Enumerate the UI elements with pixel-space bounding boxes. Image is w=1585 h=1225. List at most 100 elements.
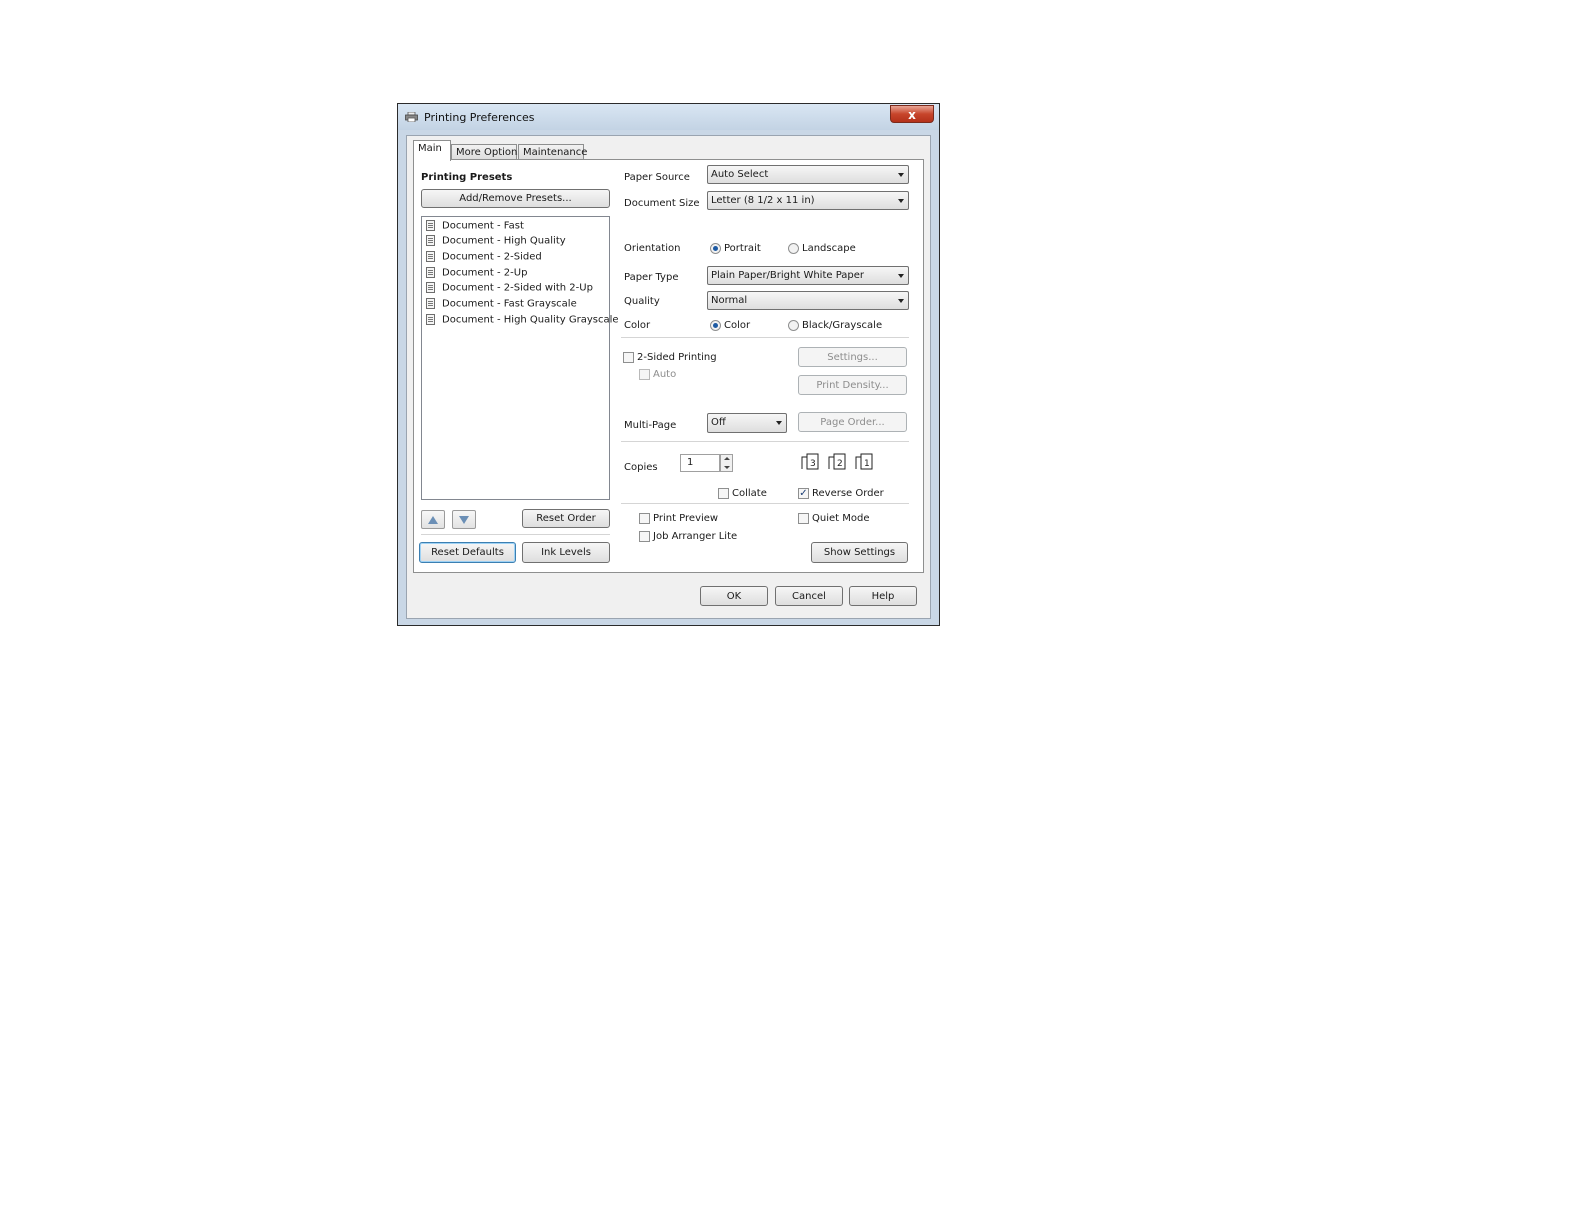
page-stack-icon: 3 (801, 453, 819, 470)
color-radio[interactable] (710, 320, 721, 331)
add-remove-presets-button[interactable]: Add/Remove Presets... (421, 189, 610, 208)
document-icon (426, 220, 435, 231)
portrait-radio[interactable] (710, 243, 721, 254)
separator (421, 534, 610, 535)
print-preview-label: Print Preview (653, 513, 719, 524)
tab-maintenance[interactable]: Maintenance (518, 144, 587, 160)
collate-label: Collate (732, 488, 767, 499)
list-item[interactable]: Document - Fast (426, 220, 524, 235)
page-stack-icon: 2 (828, 453, 846, 470)
list-item[interactable]: Document - 2-Sided with 2-Up (426, 282, 593, 297)
multi-page-value: Off (711, 417, 726, 428)
auto-checkbox[interactable] (639, 369, 650, 380)
landscape-radio[interactable] (788, 243, 799, 254)
document-icon (426, 267, 435, 278)
tab-more-options[interactable]: More Options (451, 144, 523, 160)
landscape-label: Landscape (802, 243, 856, 254)
quality-label: Quality (624, 296, 660, 307)
paper-source-select[interactable]: Auto Select (707, 165, 909, 184)
help-button[interactable]: Help (849, 586, 917, 606)
page-stack-icon: 1 (855, 453, 873, 470)
print-preview-checkbox[interactable] (639, 513, 650, 524)
preset-label: Document - Fast Grayscale (442, 298, 577, 310)
chevron-down-icon (898, 298, 904, 303)
chevron-down-icon (776, 421, 782, 425)
auto-label: Auto (653, 369, 677, 380)
print-density-button[interactable]: Print Density... (798, 375, 907, 395)
list-item[interactable]: Document - High Quality (426, 235, 566, 250)
title-bar[interactable]: Printing Preferences x (398, 104, 939, 130)
separator (621, 441, 909, 442)
multi-page-label: Multi-Page (624, 420, 677, 431)
page-order-button[interactable]: Page Order... (798, 412, 907, 432)
copies-input[interactable]: 1 (680, 454, 720, 472)
paper-source-label: Paper Source (624, 172, 690, 183)
ink-levels-button[interactable]: Ink Levels (522, 542, 610, 563)
document-icon (426, 235, 435, 246)
window-title: Printing Preferences (424, 111, 535, 124)
reset-defaults-button[interactable]: Reset Defaults (419, 542, 516, 563)
preset-label: Document - High Quality (442, 235, 566, 247)
printer-icon (405, 112, 418, 122)
document-icon (426, 282, 435, 293)
job-arranger-lite-checkbox[interactable] (639, 531, 650, 542)
paper-type-label: Paper Type (624, 272, 679, 283)
two-sided-printing-checkbox[interactable] (623, 352, 634, 363)
cancel-button[interactable]: Cancel (775, 586, 843, 606)
two-sided-printing-label: 2-Sided Printing (637, 352, 717, 363)
list-item[interactable]: Document - High Quality Grayscale (426, 314, 619, 329)
multi-page-select[interactable]: Off (707, 413, 787, 433)
arrow-up-icon (428, 516, 438, 524)
quality-select[interactable]: Normal (707, 291, 909, 310)
reverse-order-label: Reverse Order (812, 488, 884, 499)
collate-checkbox[interactable] (718, 488, 729, 499)
move-preset-down-button[interactable] (452, 510, 476, 529)
page-number: 1 (864, 459, 870, 469)
reverse-order-checkbox[interactable]: ✓ (798, 488, 809, 499)
tab-main[interactable]: Main (413, 140, 451, 161)
page-number: 3 (810, 459, 816, 469)
two-sided-settings-button[interactable]: Settings... (798, 347, 907, 367)
quality-value: Normal (711, 295, 748, 306)
quiet-mode-checkbox[interactable] (798, 513, 809, 524)
job-arranger-lite-label: Job Arranger Lite (653, 531, 738, 542)
copies-label: Copies (624, 462, 658, 473)
separator (621, 503, 909, 504)
arrow-up-icon (724, 457, 730, 460)
presets-list[interactable]: Document - Fast Document - High Quality … (421, 216, 619, 500)
document-icon (426, 298, 435, 309)
black-grayscale-radio[interactable] (788, 320, 799, 331)
arrow-down-icon (459, 516, 469, 524)
document-size-label: Document Size (624, 198, 700, 209)
color-option-label: Color (724, 320, 751, 331)
move-preset-up-button[interactable] (421, 510, 445, 529)
document-size-select[interactable]: Letter (8 1/2 x 11 in) (707, 191, 909, 210)
chevron-down-icon (898, 172, 904, 177)
paper-type-value: Plain Paper/Bright White Paper (711, 270, 865, 281)
black-grayscale-label: Black/Grayscale (802, 320, 883, 331)
list-item[interactable]: Document - 2-Sided (426, 251, 542, 266)
printing-presets-heading: Printing Presets (421, 172, 513, 183)
show-settings-button[interactable]: Show Settings (811, 542, 908, 563)
chevron-down-icon (898, 198, 904, 203)
chevron-down-icon (898, 273, 904, 278)
arrow-down-icon (724, 466, 730, 469)
ok-button[interactable]: OK (700, 586, 768, 606)
separator (621, 337, 909, 338)
preset-label: Document - 2-Up (442, 267, 528, 279)
close-icon: x (908, 108, 916, 122)
list-item[interactable]: Document - 2-Up (426, 267, 527, 282)
preset-label: Document - High Quality Grayscale (442, 314, 619, 326)
document-icon (426, 251, 435, 262)
reset-order-button[interactable]: Reset Order (522, 509, 610, 528)
paper-source-value: Auto Select (711, 169, 769, 180)
preset-label: Document - Fast (442, 220, 524, 232)
printing-preferences-window: Printing Preferences x Main More Options… (397, 103, 940, 626)
document-size-value: Letter (8 1/2 x 11 in) (711, 195, 815, 206)
list-item[interactable]: Document - Fast Grayscale (426, 298, 577, 313)
preset-label: Document - 2-Sided with 2-Up (442, 282, 593, 294)
copies-stepper[interactable] (720, 454, 733, 472)
close-button[interactable]: x (890, 105, 934, 123)
quiet-mode-label: Quiet Mode (812, 513, 870, 524)
paper-type-select[interactable]: Plain Paper/Bright White Paper (707, 266, 909, 285)
